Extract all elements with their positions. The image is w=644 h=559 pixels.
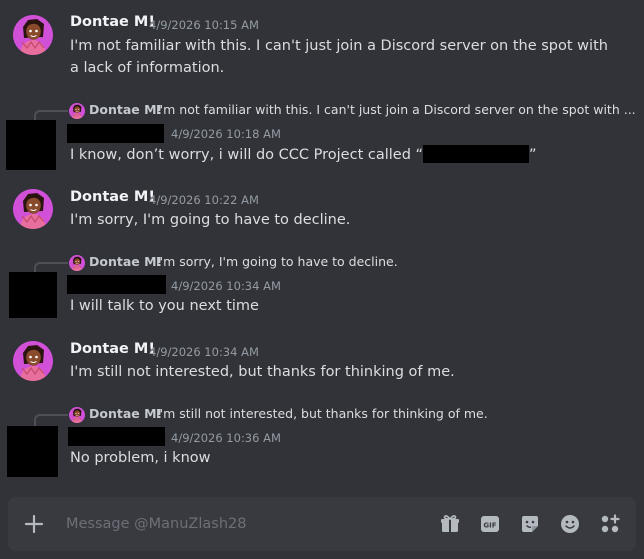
reply-avatar <box>69 255 85 271</box>
message-item: Dontae M! I'm not familiar with this. I … <box>0 96 644 171</box>
redacted-username <box>67 124 164 143</box>
reply-spine <box>34 414 68 426</box>
message-timestamp: 4/9/2026 10:36 AM <box>171 431 281 445</box>
message-list: Dontae M! 4/9/2026 10:15 AM I'm not fami… <box>0 0 644 490</box>
gif-icon[interactable]: GIF <box>478 512 502 536</box>
reply-avatar <box>69 103 85 119</box>
gif-label: GIF <box>483 522 496 530</box>
redacted-username <box>67 275 166 294</box>
message-timestamp: 4/9/2026 10:34 AM <box>149 345 259 359</box>
message-composer: GIF <box>8 497 636 551</box>
avatar[interactable] <box>13 341 53 381</box>
message-text-start: I know, don’t worry, i will do CCC Proje… <box>70 147 424 163</box>
reply-text: I'm still not interested, but thanks for… <box>156 406 488 421</box>
message-item: Dontae M! I'm still not interested, but … <box>0 400 644 480</box>
reply-author: Dontae M! <box>89 254 163 269</box>
message-timestamp: 4/9/2026 10:18 AM <box>171 127 281 141</box>
reply-author: Dontae M! <box>89 102 163 117</box>
reply-author: Dontae M! <box>89 406 163 421</box>
message-item: Dontae M! 4/9/2026 10:15 AM I'm not fami… <box>0 0 644 84</box>
message-author[interactable]: Dontae M! <box>70 341 155 357</box>
message-timestamp: 4/9/2026 10:15 AM <box>149 18 259 32</box>
reply-text: I'm sorry, I'm going to have to decline. <box>156 254 398 269</box>
apps-icon[interactable] <box>598 512 622 536</box>
redacted-text <box>423 145 530 163</box>
message-timestamp: 4/9/2026 10:22 AM <box>149 193 259 207</box>
emoji-icon[interactable] <box>558 512 582 536</box>
message-timestamp: 4/9/2026 10:34 AM <box>171 279 281 293</box>
redacted-username <box>68 427 165 446</box>
redacted-avatar <box>6 120 56 170</box>
plus-icon[interactable] <box>22 512 46 536</box>
message-item: Dontae M! 4/9/2026 10:22 AM I'm sorry, I… <box>0 176 644 236</box>
message-text: I know, don’t worry, i will do CCC Proje… <box>70 144 610 166</box>
message-author[interactable]: Dontae M! <box>70 14 155 30</box>
redacted-avatar <box>7 426 58 477</box>
reply-text: I'm not familiar with this. I can't just… <box>156 102 636 117</box>
redacted-avatar <box>9 272 57 318</box>
sticker-icon[interactable] <box>518 512 542 536</box>
message-item: Dontae M! 4/9/2026 10:34 AM I'm still no… <box>0 328 644 388</box>
message-text: I will talk to you next time <box>70 298 259 314</box>
message-author[interactable]: Dontae M! <box>70 189 155 205</box>
reply-avatar <box>69 407 85 423</box>
message-text: I'm not familiar with this. I can't just… <box>70 38 608 76</box>
gift-icon[interactable] <box>438 512 462 536</box>
message-text: I'm still not interested, but thanks for… <box>70 364 455 380</box>
message-item: Dontae M! I'm sorry, I'm going to have t… <box>0 248 644 323</box>
message-input[interactable] <box>66 511 426 537</box>
message-text-end: ” <box>529 147 537 163</box>
avatar[interactable] <box>13 15 53 55</box>
message-text: I'm sorry, I'm going to have to decline. <box>70 212 351 228</box>
message-text: No problem, i know <box>70 450 211 466</box>
avatar[interactable] <box>13 189 53 229</box>
